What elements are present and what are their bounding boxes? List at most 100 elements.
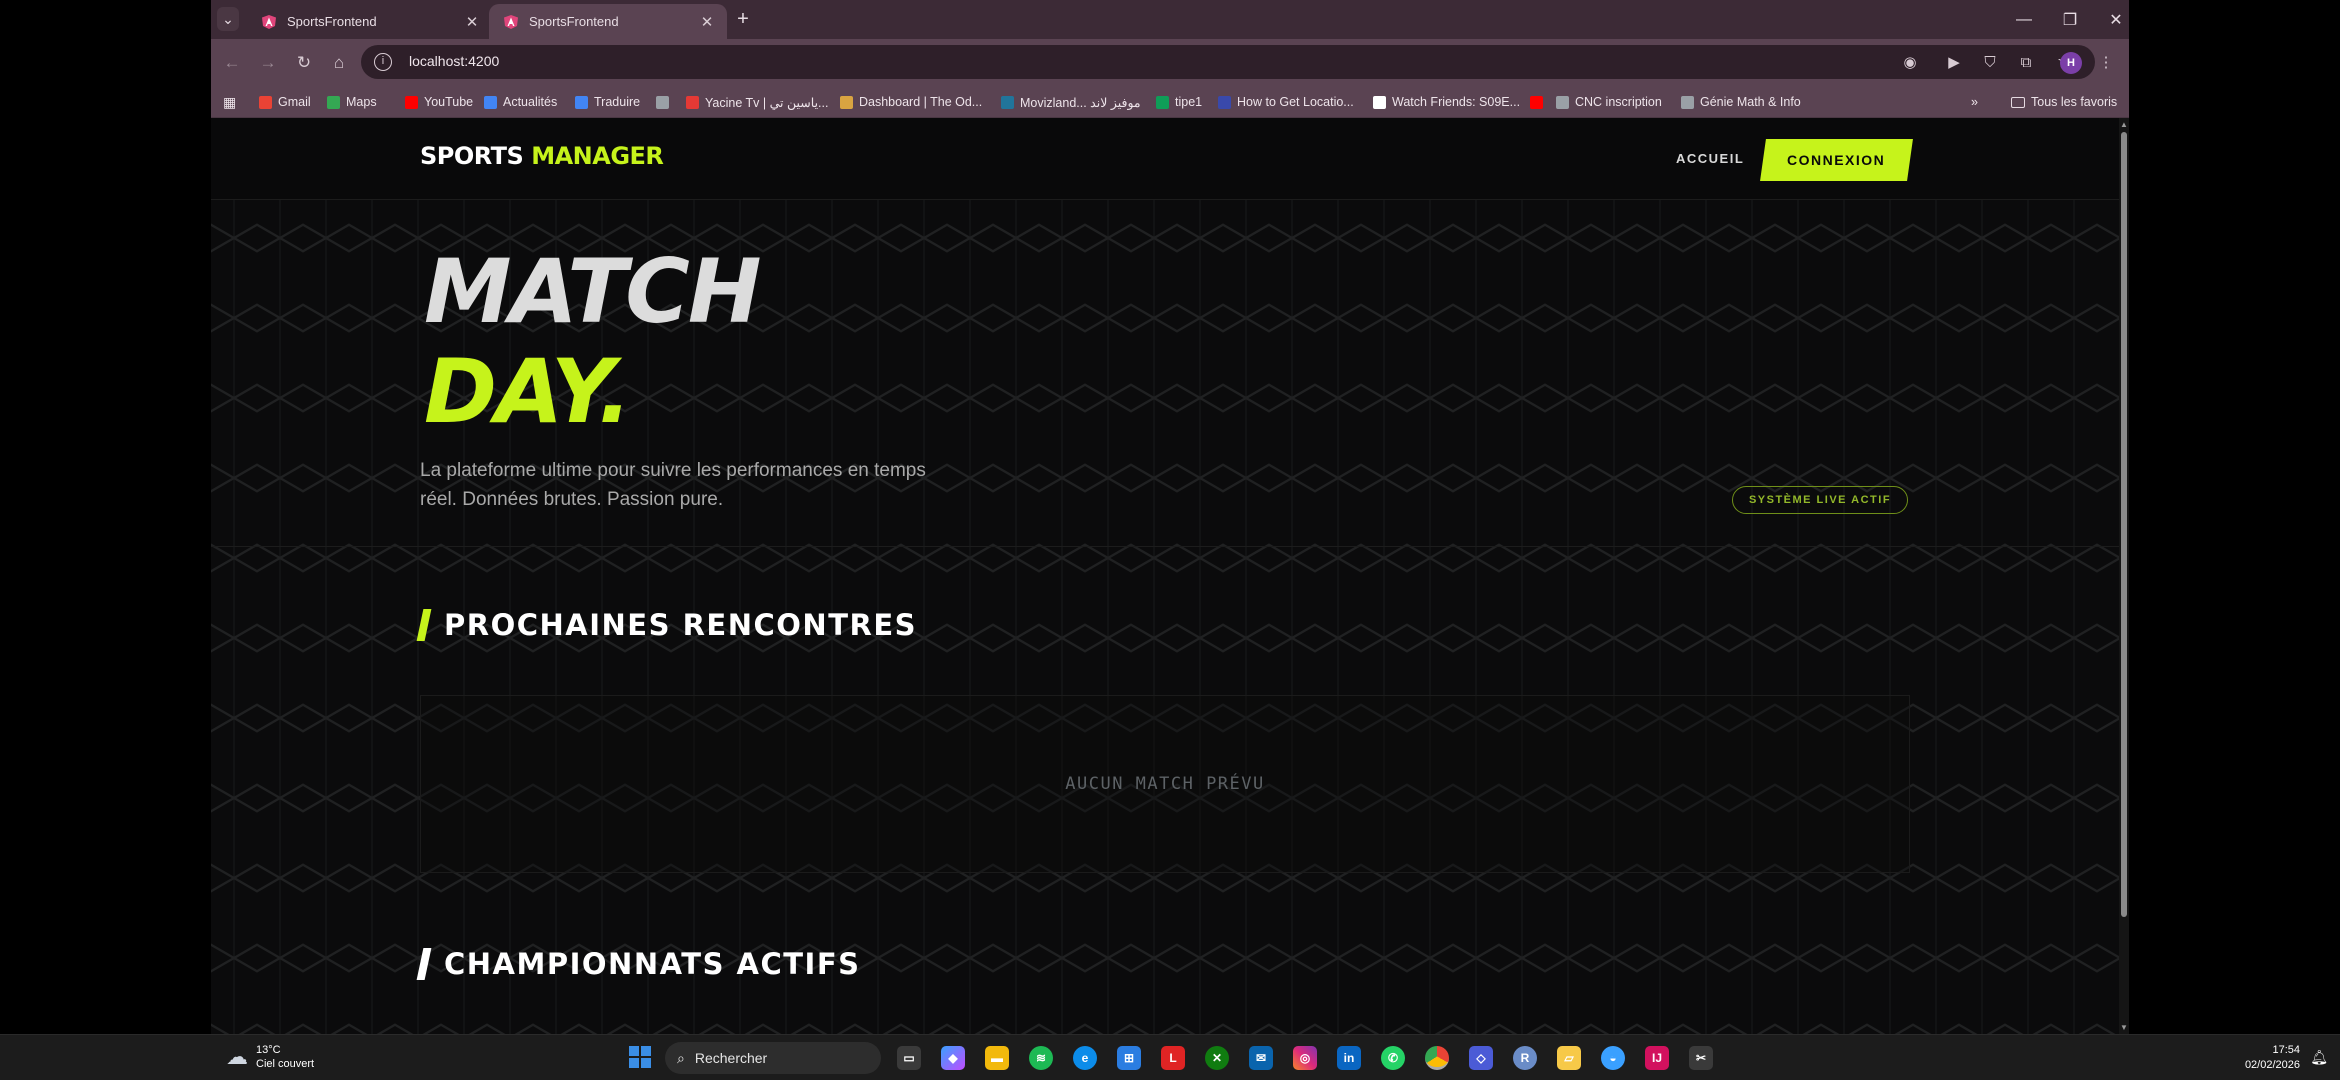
bookmark-item[interactable]: Actualités	[484, 93, 557, 111]
hero-subtitle: La plateforme ultime pour suivre les per…	[420, 460, 926, 510]
tab-active[interactable]: SportsFrontend ✕	[489, 4, 727, 39]
outlook-icon[interactable]: ✉	[1249, 1046, 1273, 1070]
home-button[interactable]: ⌂	[326, 50, 352, 76]
store-icon[interactable]: ⊞	[1117, 1046, 1141, 1070]
bookmark-label: YouTube	[424, 95, 474, 109]
bookmark-item[interactable]: Traduire	[575, 93, 640, 111]
bookmark-item[interactable]: Dashboard | The Od...	[840, 93, 982, 111]
search-placeholder: Rechercher	[694, 1050, 768, 1066]
xbox-icon[interactable]: ✕	[1205, 1046, 1229, 1070]
scroll-down-icon[interactable]: ▼	[2120, 1023, 2128, 1032]
more-bookmarks-icon[interactable]: »	[1971, 93, 1978, 111]
extension-icon[interactable]: ◉	[1900, 52, 1920, 72]
close-window-button[interactable]: ✕	[2093, 0, 2129, 39]
bookmark-item[interactable]: Yacine Tv | ياسين تي...	[686, 93, 828, 111]
l-app-icon[interactable]: L	[1161, 1046, 1185, 1070]
screen: ⌄ SportsFrontend ✕ SportsFrontend ✕ + — …	[0, 0, 2340, 1080]
temperature: 13°C	[256, 1044, 281, 1056]
site-icon	[1218, 95, 1231, 109]
notification-bell-icon[interactable]: 🔔︎	[2310, 1049, 2328, 1066]
translate-icon	[575, 95, 588, 109]
copilot-icon[interactable]: ◆	[941, 1046, 965, 1070]
section-upcoming-label: PROCHAINES RENCONTRES	[444, 608, 918, 642]
divider	[211, 546, 2119, 547]
minimize-button[interactable]: —	[2001, 0, 2047, 39]
bookmark-item[interactable]	[1530, 93, 1549, 111]
section-leagues-title: CHAMPIONNATS ACTIFS	[416, 947, 861, 981]
all-bookmarks-button[interactable]: Tous les favoris	[2011, 93, 2117, 111]
bookmark-item[interactable]: Watch Friends: S09E...	[1373, 93, 1520, 111]
bookmark-label: Dashboard | The Od...	[859, 95, 983, 109]
spotify-icon[interactable]: ≋	[1029, 1046, 1053, 1070]
close-icon[interactable]: ✕	[695, 13, 719, 31]
weather-widget[interactable]: ☁ 13°C Ciel couvert	[226, 1043, 314, 1071]
globe-icon	[656, 95, 669, 109]
shield-icon[interactable]: ⛉	[1980, 52, 2000, 72]
bookmark-label: Maps	[346, 95, 377, 109]
app-icon[interactable]: ◇	[1469, 1046, 1493, 1070]
tab-inactive[interactable]: SportsFrontend ✕	[247, 4, 492, 39]
site-logo[interactable]: SPORTS MANAGER	[420, 142, 664, 170]
accent-bar	[416, 948, 432, 980]
whatsapp-icon[interactable]: ✆	[1381, 1046, 1405, 1070]
minimize-icon: —	[2016, 10, 2032, 28]
taskbar-search[interactable]: ⌕ Rechercher	[665, 1042, 881, 1074]
close-icon[interactable]: ✕	[460, 13, 484, 31]
news-icon	[484, 95, 497, 109]
snipping-tool-icon[interactable]: ✂	[1689, 1046, 1713, 1070]
file-explorer-icon[interactable]: ▬	[985, 1046, 1009, 1070]
kebab-menu-icon[interactable]: ⋮	[2096, 52, 2116, 72]
chrome-icon[interactable]	[1425, 1046, 1449, 1070]
r-app-icon[interactable]: R	[1513, 1046, 1537, 1070]
bookmark-item[interactable]: Maps	[327, 93, 377, 111]
angular-icon	[262, 14, 276, 29]
intellij-icon[interactable]: IJ	[1645, 1046, 1669, 1070]
start-button[interactable]	[629, 1046, 651, 1068]
page-viewport: SPORTS MANAGER ACCUEIL CONNEXION MATCH D…	[211, 118, 2119, 1034]
bookmark-item[interactable]: tipe1	[1156, 93, 1202, 111]
nav-home-link[interactable]: ACCUEIL	[1676, 151, 1744, 166]
scrollbar-thumb[interactable]	[2121, 132, 2127, 917]
login-button[interactable]: CONNEXION	[1760, 139, 1913, 181]
sticky-notes-icon[interactable]: ▱	[1557, 1046, 1581, 1070]
bookmark-item[interactable]: Movizland... موفيز لاند	[1001, 93, 1141, 111]
bookmark-item[interactable]: Gmail	[259, 93, 311, 111]
bookmark-item[interactable]: YouTube	[405, 93, 473, 111]
address-bar[interactable]: i localhost:4200 ☆	[361, 45, 2095, 79]
reload-button[interactable]: ↻	[291, 50, 317, 76]
close-icon: ✕	[2109, 11, 2123, 29]
bookmark-item[interactable]	[656, 93, 675, 111]
folder-icon	[2011, 96, 2025, 108]
bookmark-item[interactable]: CNC inscription	[1556, 93, 1662, 111]
page-scrollbar[interactable]: ▲ ▼	[2119, 118, 2129, 1034]
back-button[interactable]: ←	[219, 50, 245, 76]
system-clock[interactable]: 17:54 02/02/2026	[2245, 1043, 2300, 1073]
edge-icon[interactable]: e	[1073, 1046, 1097, 1070]
bookmark-item[interactable]: Génie Math & Info	[1681, 93, 1801, 111]
instagram-icon[interactable]: ◎	[1293, 1046, 1317, 1070]
logo-accent: MANAGER	[531, 142, 664, 170]
arrow-left-icon: ←	[223, 53, 241, 72]
forward-button[interactable]: →	[255, 50, 281, 76]
tab-search-button[interactable]: ⌄	[217, 7, 239, 31]
restore-button[interactable]: ❐	[2047, 0, 2093, 39]
play-icon[interactable]: ▶	[1944, 52, 1964, 72]
youtube-icon	[1530, 95, 1543, 109]
section-upcoming-title: PROCHAINES RENCONTRES	[416, 608, 918, 642]
scroll-up-icon[interactable]: ▲	[2120, 120, 2128, 129]
puzzle-icon[interactable]: ⧉	[2016, 52, 2036, 72]
task-view-icon[interactable]: ▭	[897, 1046, 921, 1070]
bookmark-label: CNC inscription	[1575, 95, 1662, 109]
bookmark-label: Actualités	[503, 95, 558, 109]
linkedin-icon[interactable]: in	[1337, 1046, 1361, 1070]
docker-icon[interactable]: ◒	[1601, 1046, 1625, 1070]
search-icon: ⌕	[677, 1049, 685, 1066]
apps-icon[interactable]: ▦	[223, 93, 236, 111]
bookmark-item[interactable]: How to Get Locatio...	[1218, 93, 1354, 111]
site-info-icon[interactable]: i	[374, 53, 392, 71]
profile-avatar[interactable]: H	[2060, 52, 2082, 74]
new-tab-button[interactable]: +	[730, 8, 756, 32]
plus-icon: +	[737, 8, 749, 30]
bookmark-label: Gmail	[278, 95, 311, 109]
accent-bar	[416, 609, 432, 641]
